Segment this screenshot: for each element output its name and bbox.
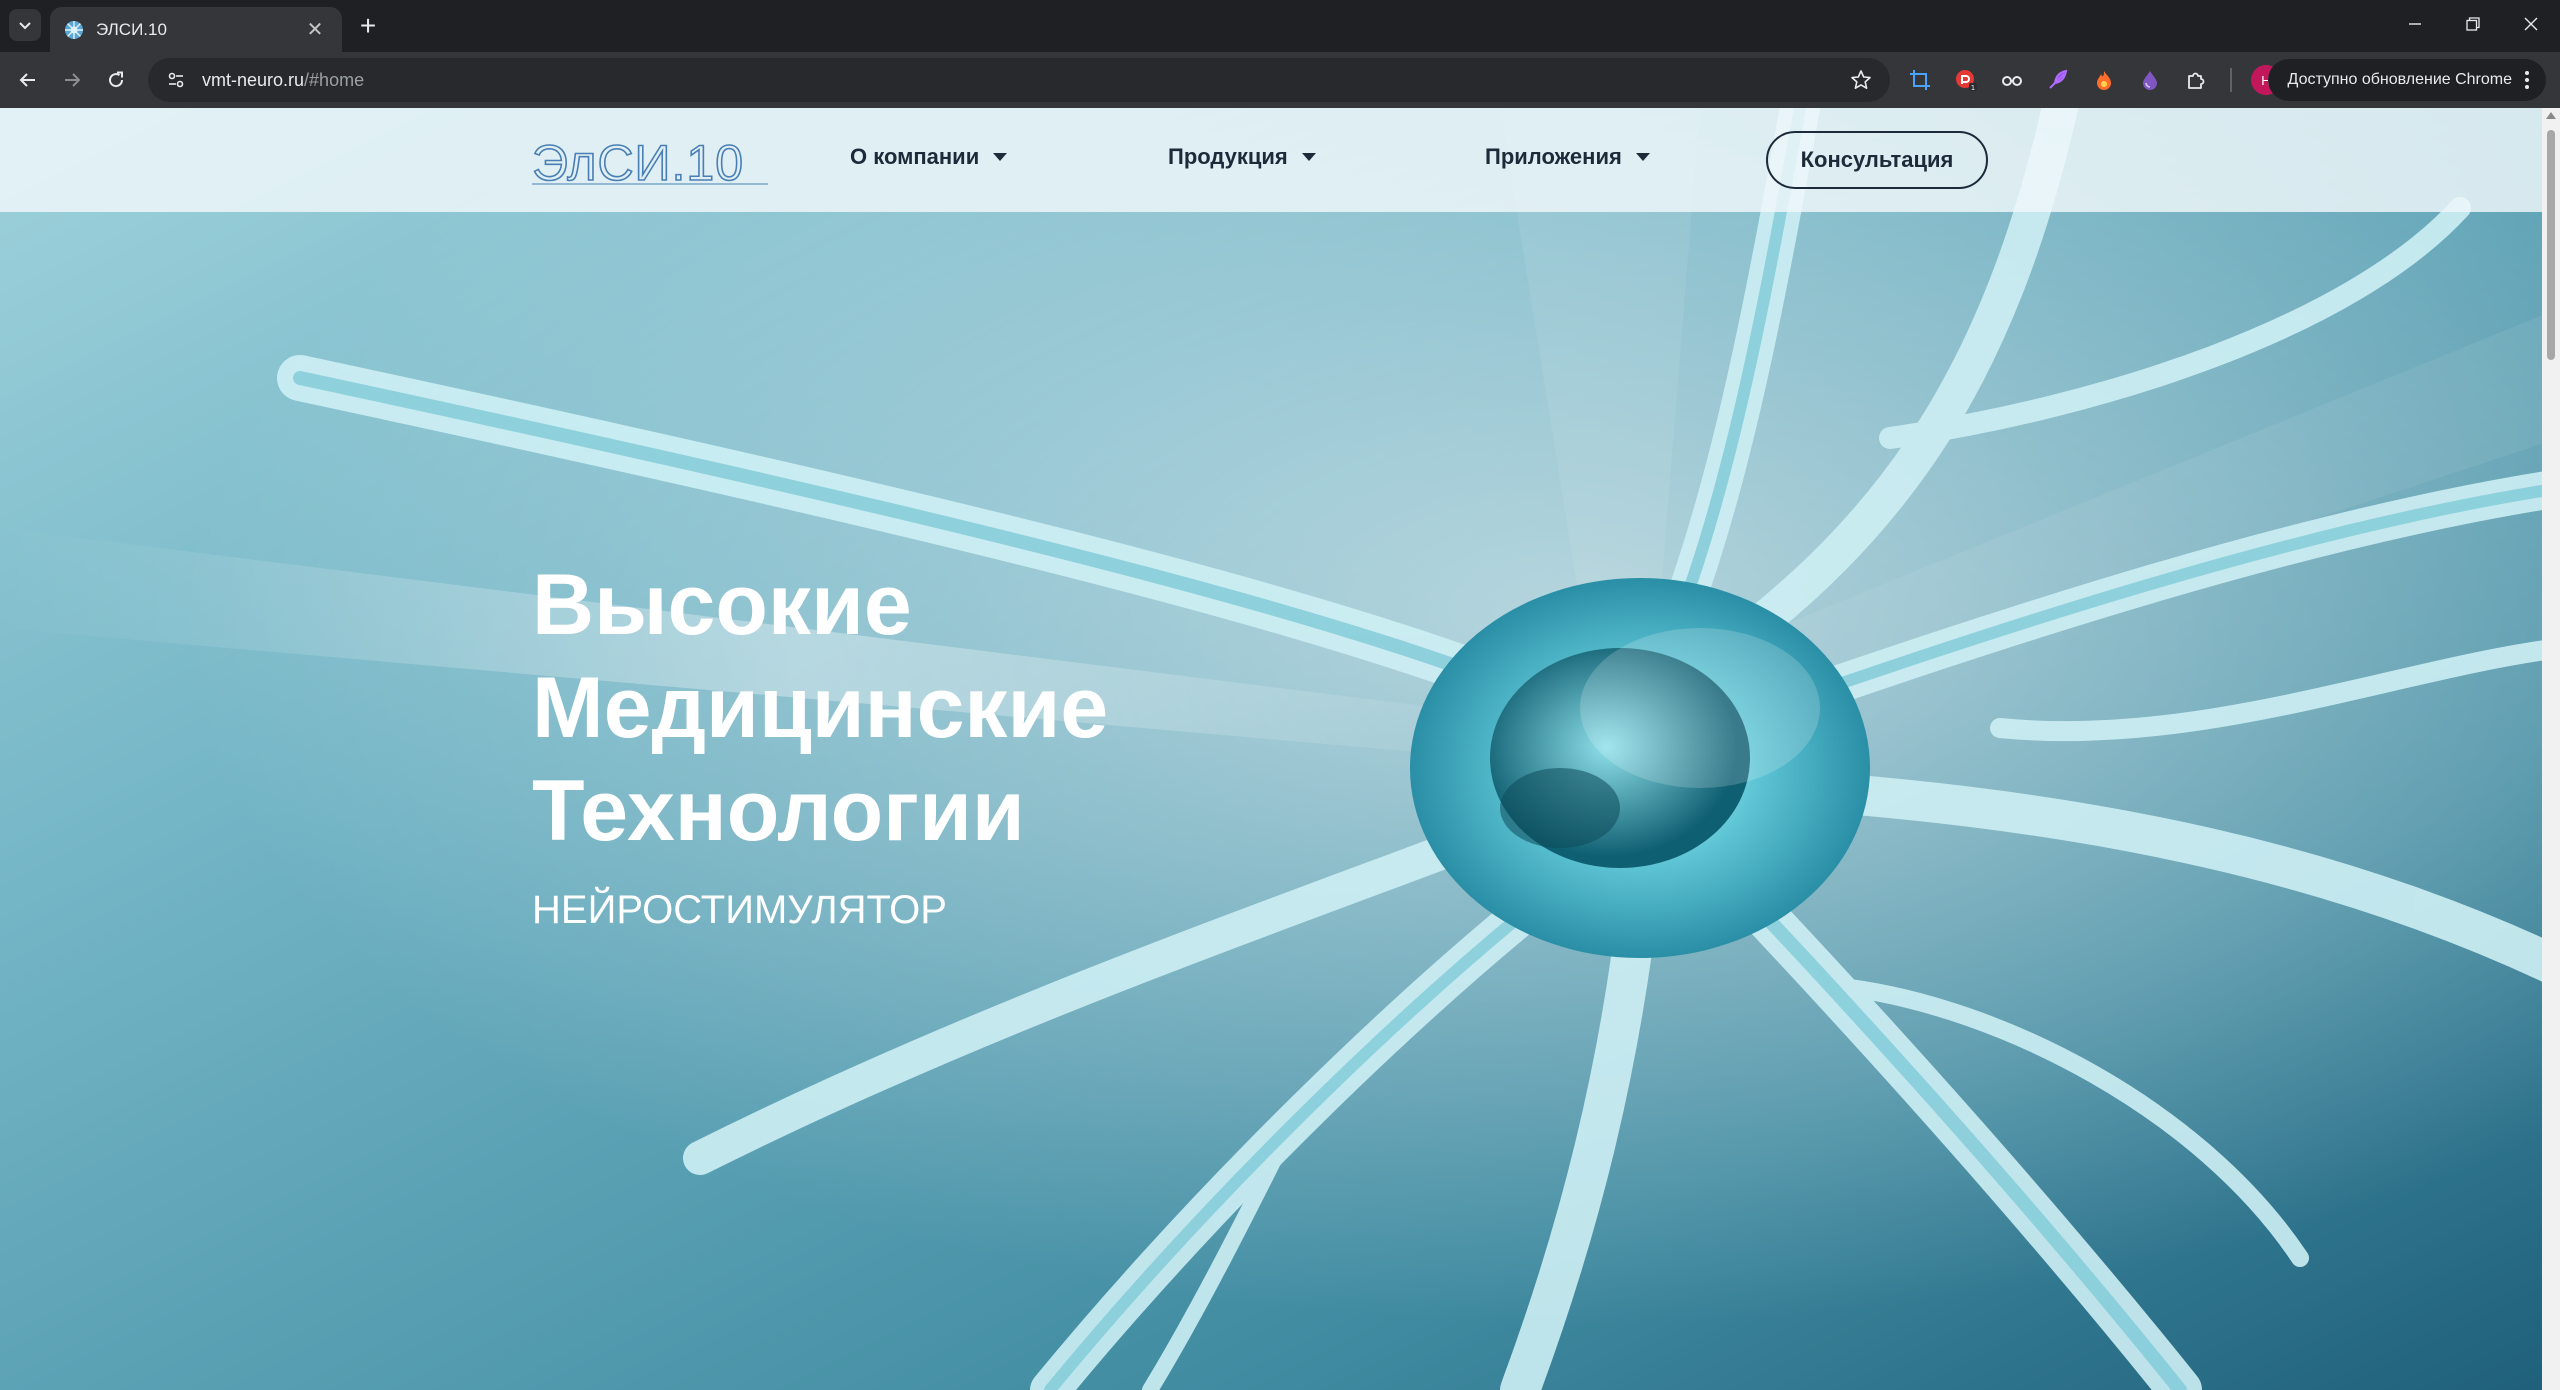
tab-strip: ЭЛСИ.10 ✕ +	[0, 0, 2560, 52]
extension-flame[interactable]	[2086, 62, 2122, 98]
url-host: vmt-neuro.ru	[202, 69, 305, 90]
logo-text: ЭлСИ.10	[532, 136, 744, 188]
url-text[interactable]: vmt-neuro.ru/#home	[202, 70, 1850, 91]
glasses-icon	[2002, 76, 2022, 86]
drop-icon	[2143, 71, 2157, 90]
tab-title: ЭЛСИ.10	[96, 19, 167, 39]
nav-about-label: О компании	[850, 144, 980, 169]
neuron-hero-image	[0, 108, 2560, 1390]
extension-feather[interactable]	[2040, 62, 2076, 98]
nav-apps[interactable]: Приложения	[1485, 144, 1650, 170]
site-favicon-icon	[65, 20, 83, 39]
url-path: /#home	[304, 69, 365, 90]
tab-close-icon[interactable]: ✕	[302, 17, 328, 43]
chrome-update-button[interactable]: Доступно обновление Chrome	[2267, 59, 2546, 101]
reload-icon	[109, 71, 124, 88]
more-vert-icon	[2525, 71, 2529, 89]
restore-button[interactable]	[2444, 0, 2502, 48]
crop-icon	[1910, 70, 1930, 90]
elsi-logo[interactable]: ЭлСИ.10	[532, 136, 768, 188]
flame-icon	[2097, 71, 2111, 90]
nav-products[interactable]: Продукция	[1168, 144, 1316, 170]
site-info-icon[interactable]	[166, 70, 186, 90]
reload-button[interactable]	[100, 64, 132, 96]
page-viewport: ЭлСИ.10 О компании Продукция Приложения …	[0, 108, 2560, 1390]
browser-toolbar: vmt-neuro.ru/#home 1 Н Доступно обновлен	[0, 52, 2560, 108]
extension-red-badge[interactable]: 1	[1948, 62, 1984, 98]
svg-text:1: 1	[1971, 84, 1975, 92]
hero-title-line-1: Высокие	[532, 557, 912, 653]
extension-glasses[interactable]	[1994, 62, 2030, 98]
active-tab[interactable]: ЭЛСИ.10 ✕	[50, 7, 342, 52]
caret-down-icon	[1635, 153, 1650, 161]
bookmark-star-icon[interactable]	[1850, 69, 1872, 91]
scroll-up-arrow-icon[interactable]	[2546, 112, 2556, 119]
extension-drop[interactable]	[2132, 62, 2168, 98]
address-bar[interactable]: vmt-neuro.ru/#home	[148, 58, 1890, 102]
feather-icon	[2049, 69, 2068, 89]
chevron-down-icon	[19, 22, 31, 30]
arrow-right-icon	[65, 73, 81, 87]
extension-screenshot[interactable]	[1902, 62, 1938, 98]
hero-subtitle: НЕЙРОСТИМУЛЯТОР	[532, 888, 947, 932]
hero-title-line-2: Медицинские	[532, 660, 1109, 756]
window-controls	[2386, 0, 2560, 48]
site-header: ЭлСИ.10 О компании Продукция Приложения …	[0, 108, 2542, 212]
close-icon	[2524, 17, 2538, 31]
puzzle-icon	[2188, 72, 2205, 89]
page-scrollbar[interactable]	[2542, 108, 2560, 1390]
tab-search-button[interactable]	[9, 9, 41, 41]
forward-button[interactable]	[56, 64, 88, 96]
new-tab-button[interactable]: +	[352, 10, 384, 42]
back-button[interactable]	[12, 64, 44, 96]
nav-products-label: Продукция	[1168, 144, 1288, 169]
minimize-button[interactable]	[2386, 0, 2444, 48]
nav-apps-label: Приложения	[1485, 144, 1622, 169]
scroll-thumb[interactable]	[2547, 130, 2555, 360]
caret-down-icon	[993, 153, 1008, 161]
close-window-button[interactable]	[2502, 0, 2560, 48]
red-badge-icon: 1	[1956, 70, 1977, 92]
minimize-icon	[2409, 23, 2421, 25]
extensions-area: 1 Н	[1902, 62, 2284, 98]
caret-down-icon	[1301, 153, 1316, 161]
restore-icon	[2466, 17, 2480, 31]
nav-about[interactable]: О компании	[850, 144, 1008, 170]
hero-title: Высокие Медицинские Технологии	[532, 554, 1108, 863]
update-label: Доступно обновление Chrome	[2287, 71, 2512, 88]
toolbar-divider	[2230, 68, 2232, 92]
hero-title-line-3: Технологии	[532, 763, 1025, 859]
arrow-left-icon	[19, 73, 35, 87]
extensions-menu-button[interactable]	[2178, 62, 2214, 98]
consultation-button[interactable]: Консультация	[1766, 131, 1988, 189]
